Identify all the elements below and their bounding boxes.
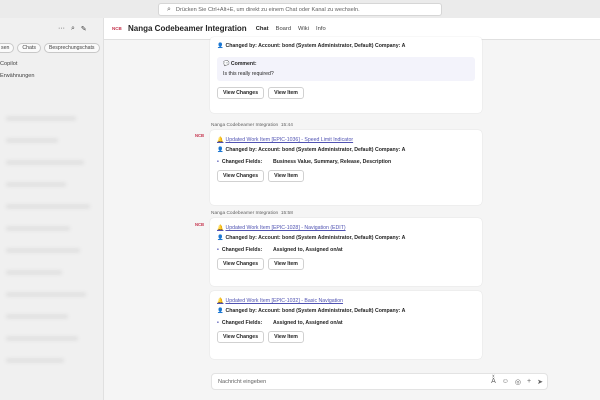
card-actions: View Changes View Item [217, 258, 475, 270]
sidebar-item-copilot[interactable]: Copilot [0, 61, 17, 67]
bell-icon: 🔔 [217, 137, 224, 143]
changed-fields: Changed Fields: Business Value, Summary,… [217, 159, 475, 167]
sidebar-toolbar: ··· ⌕ ✎ [58, 25, 87, 33]
bell-icon: 🔔 [217, 298, 224, 304]
view-item-button[interactable]: View Item [268, 86, 304, 99]
changed-fields-label: Changed Fields: [217, 247, 273, 255]
message-list: 👤 Changed by: Account: bond (System Admin… [104, 37, 600, 371]
filter-icon[interactable]: ⌕ [71, 25, 75, 33]
work-item-link[interactable]: 🔔 Updated Work Item [EPIC-1032] - Basic N… [217, 297, 475, 304]
view-item-button[interactable]: View Item [268, 331, 304, 343]
changed-fields-value: Business Value, Summary, Release, Descri… [273, 158, 392, 165]
changed-fields-label: Changed Fields: [217, 320, 273, 328]
changed-by: 👤 Changed by: Account: bond (System Admin… [217, 235, 406, 241]
blurred-chat-row[interactable] [6, 182, 66, 187]
blurred-chat-row[interactable] [6, 336, 78, 341]
card-actions: View Changes View Item [217, 86, 475, 99]
blurred-chat-row[interactable] [6, 314, 68, 319]
changed-fields: Changed Fields: Assigned to, Assigned on… [217, 247, 475, 255]
message-compose[interactable]: Nachricht eingeben Aͯ ☺ ◎ + ➤ [211, 373, 548, 390]
blurred-chat-row[interactable] [6, 248, 80, 253]
view-changes-button[interactable]: View Changes [217, 86, 265, 99]
blurred-chat-row[interactable] [6, 138, 58, 143]
work-item-link[interactable]: 🔔 Updated Work Item [EPIC-1028] - Navigat… [217, 224, 475, 231]
blurred-chat-row[interactable] [6, 160, 84, 165]
sidebar-item-mentions[interactable]: Erwähnungen [0, 73, 35, 79]
send-icon[interactable]: ➤ [537, 378, 543, 386]
person-icon: 👤 [217, 43, 224, 49]
card-actions: View Changes View Item [217, 170, 475, 182]
person-icon: 👤 [217, 147, 224, 153]
emoji-icon[interactable]: ☺ [502, 378, 509, 385]
comment-text: Is this really required? [223, 70, 274, 77]
person-icon: 👤 [217, 235, 224, 241]
message-card: 👤 Changed by: Account: bond (System Admin… [210, 37, 482, 113]
changed-fields-value: Assigned to, Assigned on/at [273, 246, 343, 253]
blurred-chat-row[interactable] [6, 226, 70, 231]
filter-pills: sen Chats Besprechungschats [0, 43, 100, 53]
more-icon[interactable]: ··· [58, 25, 65, 33]
comment-header: 💬 Comment: [223, 60, 257, 67]
filter-pill-meeting-chats[interactable]: Besprechungschats [43, 43, 100, 53]
attach-icon[interactable]: + [527, 378, 531, 385]
message-meta: Nanga Codebeamer Integration 15:44 [211, 123, 293, 128]
new-chat-icon[interactable]: ✎ [81, 25, 87, 33]
changed-fields-value: Assigned to, Assigned on/at [273, 319, 343, 326]
message-card: 🔔 Updated Work Item [EPIC-1032] - Basic N… [210, 291, 482, 359]
message-meta: Nanga Codebeamer Integration 15:58 [211, 211, 293, 216]
view-item-button[interactable]: View Item [268, 170, 304, 182]
changed-fields-label: Changed Fields: [217, 159, 273, 167]
comment-box: 💬 Comment: Is this really required? [217, 56, 475, 81]
blurred-chat-row[interactable] [6, 116, 76, 121]
view-item-button[interactable]: View Item [268, 258, 304, 270]
message-card: 🔔 Updated Work Item [EPIC-1036] - Speed L… [210, 130, 482, 205]
view-changes-button[interactable]: View Changes [217, 258, 265, 270]
format-icon[interactable]: Aͯ [491, 378, 496, 385]
bell-icon: 🔔 [217, 225, 224, 231]
person-icon: 👤 [217, 308, 224, 314]
search-box[interactable]: ⌕ Drücken Sie Ctrl+Alt+E, um direkt zu e… [158, 3, 442, 16]
view-changes-button[interactable]: View Changes [217, 170, 265, 182]
loop-icon[interactable]: ◎ [515, 378, 521, 386]
changed-fields: Changed Fields: Assigned to, Assigned on… [217, 320, 475, 328]
blurred-chat-row[interactable] [6, 292, 86, 297]
chat-title: Nanga Codebeamer Integration [128, 24, 247, 33]
filter-pill-chats[interactable]: Chats [17, 43, 41, 53]
blurred-chat-row[interactable] [6, 270, 62, 275]
app-logo: NCB [112, 26, 122, 31]
work-item-link[interactable]: 🔔 Updated Work Item [EPIC-1036] - Speed L… [217, 136, 475, 143]
message-card: 🔔 Updated Work Item [EPIC-1028] - Navigat… [210, 218, 482, 286]
bot-avatar: NCB [195, 133, 205, 138]
card-actions: View Changes View Item [217, 331, 475, 343]
changed-by: 👤 Changed by: Account: bond (System Admin… [217, 43, 406, 49]
search-placeholder: Drücken Sie Ctrl+Alt+E, um direkt zu ein… [175, 6, 360, 13]
bot-avatar: NCB [195, 222, 205, 227]
blurred-chat-row[interactable] [6, 358, 64, 363]
search-icon: ⌕ [167, 5, 171, 13]
title-bar: ⌕ Drücken Sie Ctrl+Alt+E, um direkt zu e… [0, 0, 600, 18]
view-changes-button[interactable]: View Changes [217, 331, 265, 343]
compose-input[interactable]: Nachricht eingeben [218, 379, 491, 385]
changed-by: 👤 Changed by: Account: bond (System Admin… [217, 147, 406, 153]
blurred-chat-row[interactable] [6, 204, 90, 209]
changed-by: 👤 Changed by: Account: bond (System Admin… [217, 308, 406, 314]
chat-sidebar: ··· ⌕ ✎ sen Chats Besprechungschats Copi… [0, 18, 104, 400]
filter-pill[interactable]: sen [0, 43, 15, 53]
